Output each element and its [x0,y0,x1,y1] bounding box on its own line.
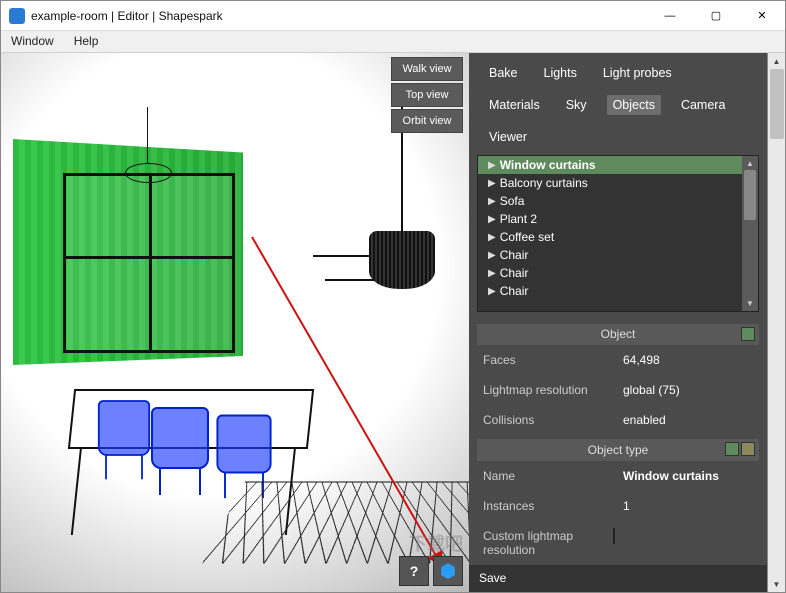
tree-item-plant-2[interactable]: ▶Plant 2 [478,210,758,228]
chevron-right-icon: ▶ [488,160,496,171]
chevron-right-icon: ▶ [488,250,496,261]
menu-bar: Window Help [1,31,785,53]
prop-instances: Instances 1 [469,491,767,521]
chevron-right-icon: ▶ [488,214,496,225]
prop-collisions: Collisions enabled [469,405,767,435]
tree-item-balcony-curtains[interactable]: ▶Balcony curtains [478,174,758,192]
tree-item-chair[interactable]: ▶Chair [478,246,758,264]
tab-sky[interactable]: Sky [560,95,593,115]
menu-help[interactable]: Help [64,31,109,52]
top-view-button[interactable]: Top view [391,83,463,107]
tab-camera[interactable]: Camera [675,95,731,115]
viewport-3d[interactable]: Walk view Top view Orbit view ? ⬢ 下载吧 [1,53,469,592]
viewport-toolbar: ? ⬢ [399,556,463,586]
tree-scrollbar[interactable]: ▲ ▼ [742,156,758,311]
maximize-button[interactable]: ▢ [693,1,739,31]
tab-light-probes[interactable]: Light probes [597,63,678,83]
orbit-view-button[interactable]: Orbit view [391,109,463,133]
tab-materials[interactable]: Materials [483,95,546,115]
tab-lights[interactable]: Lights [538,63,583,83]
chevron-right-icon: ▶ [488,178,496,189]
window-mesh [63,173,235,353]
menu-window[interactable]: Window [1,31,64,52]
custom-lightmap-checkbox[interactable] [613,528,615,544]
save-button[interactable]: Save [479,571,506,585]
scroll-down-icon[interactable]: ▼ [742,297,758,311]
tree-item-chair[interactable]: ▶Chair [478,264,758,282]
tree-scrollbar-thumb[interactable] [744,170,756,220]
wireframe-scene [1,53,469,592]
app-icon [9,8,25,24]
window-title: example-room | Editor | Shapespark [31,9,647,23]
cube-icon[interactable]: ⬢ [433,556,463,586]
minimize-button[interactable]: — [647,1,693,31]
prop-faces: Faces 64,498 [469,345,767,375]
panel-tabs: Bake Lights Light probes Materials Sky O… [469,53,767,155]
scroll-up-icon[interactable]: ▲ [768,53,785,69]
object-tree: ▶Window curtains ▶Balcony curtains ▶Sofa… [477,155,759,312]
floor-lamp-shade [369,231,435,289]
chair-mesh-2 [151,407,209,469]
panel-scrollbar[interactable]: ▲ ▼ [767,53,785,592]
chevron-right-icon: ▶ [488,196,496,207]
tree-item-chair[interactable]: ▶Chair [478,282,758,300]
object-color-swatch[interactable] [741,327,755,341]
panel-scrollbar-thumb[interactable] [770,69,784,139]
ceiling-lamp-mesh [147,107,148,163]
tab-bake[interactable]: Bake [483,63,524,83]
tab-viewer[interactable]: Viewer [483,127,533,147]
tree-item-window-curtains[interactable]: ▶Window curtains [478,156,758,174]
type-color-swatch-1[interactable] [725,442,739,456]
tree-item-coffee-set[interactable]: ▶Coffee set [478,228,758,246]
section-header-object: Object [477,324,759,346]
title-bar: example-room | Editor | Shapespark — ▢ ✕ [1,1,785,31]
chevron-right-icon: ▶ [488,268,496,279]
close-button[interactable]: ✕ [739,1,785,31]
window-controls: — ▢ ✕ [647,1,785,31]
help-icon[interactable]: ? [399,556,429,586]
chevron-right-icon: ▶ [488,286,496,297]
chair-mesh-1 [98,400,150,456]
prop-custom-lightmap: Custom lightmap resolution [469,521,767,565]
save-bar: Save [469,565,767,592]
view-mode-buttons: Walk view Top view Orbit view [391,57,463,133]
scroll-up-icon[interactable]: ▲ [742,156,758,170]
scroll-down-icon[interactable]: ▼ [768,576,785,592]
rug-mesh [202,482,469,564]
tab-objects[interactable]: Objects [607,95,661,115]
chair-mesh-3 [216,415,271,474]
tree-item-sofa[interactable]: ▶Sofa [478,192,758,210]
side-panel: Bake Lights Light probes Materials Sky O… [469,53,785,592]
type-color-swatch-2[interactable] [741,442,755,456]
workspace: Walk view Top view Orbit view ? ⬢ 下载吧 Ba… [1,53,785,592]
walk-view-button[interactable]: Walk view [391,57,463,81]
prop-name: Name Window curtains [469,461,767,491]
prop-lightmap-resolution: Lightmap resolution global (75) [469,375,767,405]
section-header-object-type: Object type [477,439,759,461]
chevron-right-icon: ▶ [488,232,496,243]
